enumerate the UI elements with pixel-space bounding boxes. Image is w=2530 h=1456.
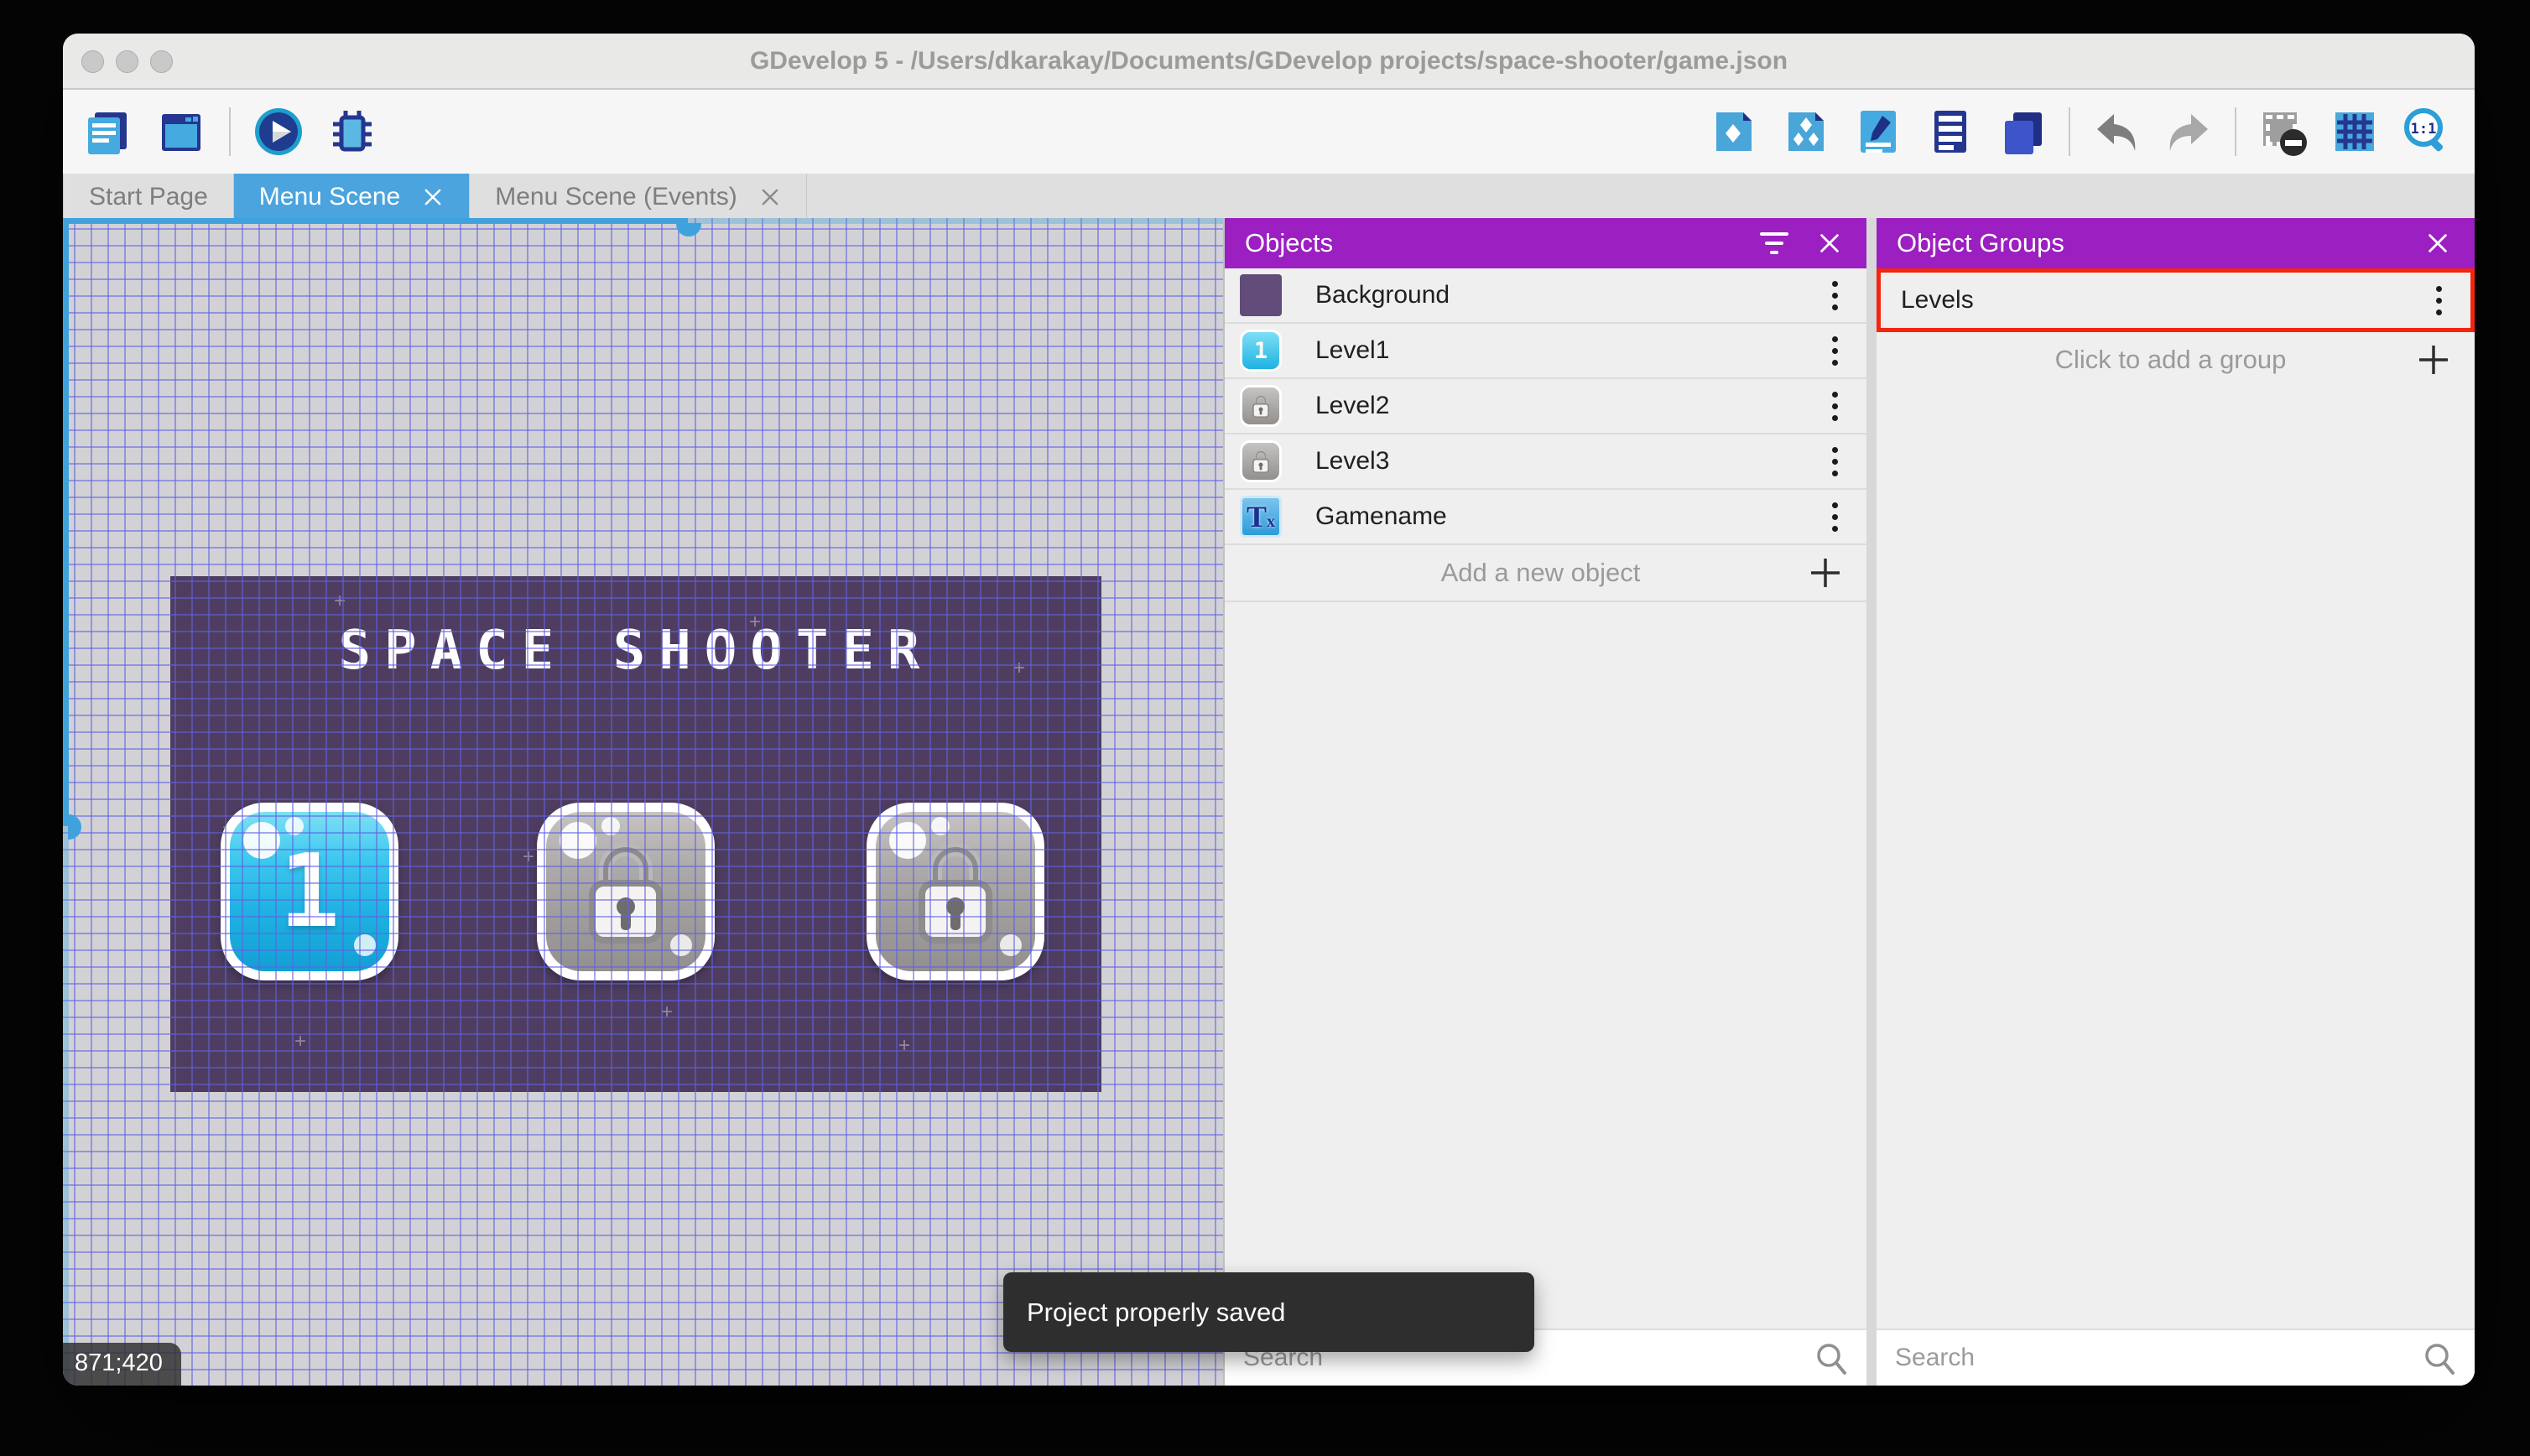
object-row-background[interactable]: Background <box>1225 268 1866 324</box>
toast-message: Project properly saved <box>1027 1297 1286 1327</box>
level2-button-locked[interactable] <box>537 803 715 980</box>
project-manager-icon[interactable] <box>81 106 133 158</box>
gamename-thumbnail: Tx <box>1240 496 1282 538</box>
svg-text:1:1: 1:1 <box>2411 121 2437 138</box>
close-objects-panel-icon[interactable] <box>1811 225 1848 262</box>
cursor-coordinates-badge: 871;420 <box>63 1343 181 1386</box>
lock-icon <box>546 812 705 971</box>
row-menu-icon[interactable] <box>1832 280 1838 310</box>
filter-icon[interactable] <box>1756 225 1793 262</box>
undo-icon[interactable] <box>2090 106 2142 158</box>
vertical-scroll-track[interactable] <box>63 826 69 1386</box>
object-groups-panel-header: Object Groups <box>1877 218 2475 268</box>
tab-menu-scene[interactable]: Menu Scene <box>233 174 471 220</box>
object-groups-panel: Object Groups Levels Click to add a grou… <box>1877 218 2475 1386</box>
group-row-levels[interactable]: Levels <box>1881 273 2470 328</box>
object-groups-panel-title: Object Groups <box>1897 228 2064 257</box>
panel-gap <box>1866 218 1877 1386</box>
level2-thumbnail <box>1240 385 1282 427</box>
play-button[interactable] <box>252 106 305 158</box>
properties-panel-icon[interactable] <box>1852 106 1904 158</box>
tab-start-page[interactable]: Start Page <box>63 174 234 220</box>
window-title: GDevelop 5 - /Users/dkarakay/Documents/G… <box>749 47 1788 75</box>
scene-background-rect[interactable]: SPACE SHOOTER + + + + + + + + + 1 <box>170 576 1101 1092</box>
gdevelop-window: GDevelop 5 - /Users/dkarakay/Documents/G… <box>63 34 2475 1386</box>
vertical-scroll-indicator[interactable] <box>63 218 69 826</box>
main-toolbar: 1:1 <box>63 90 2475 174</box>
object-row-level3[interactable]: Level3 <box>1225 434 1866 490</box>
tab-menu-scene-events[interactable]: Menu Scene (Events) <box>470 174 807 220</box>
add-group-row[interactable]: Click to add a group <box>1877 332 2475 387</box>
lock-icon <box>876 812 1035 971</box>
row-menu-icon[interactable] <box>1832 335 1838 366</box>
scene-editor-canvas[interactable]: SPACE SHOOTER + + + + + + + + + 1 <box>63 218 1223 1386</box>
level1-button[interactable]: 1 <box>221 803 398 980</box>
layers-panel-icon[interactable] <box>1996 106 2048 158</box>
add-new-object-row[interactable]: Add a new object <box>1225 545 1866 602</box>
debug-bug-icon[interactable] <box>326 106 378 158</box>
toggle-mask-icon[interactable] <box>2257 106 2309 158</box>
row-menu-icon[interactable] <box>1832 446 1838 476</box>
toolbar-separator <box>2235 107 2236 156</box>
object-row-level1[interactable]: 1 Level1 <box>1225 324 1866 379</box>
add-object-plus-icon[interactable] <box>1806 554 1845 592</box>
tab-label: Start Page <box>89 182 208 211</box>
row-menu-icon[interactable] <box>1832 502 1838 532</box>
search-icon <box>2421 1339 2458 1376</box>
groups-search-bar <box>1877 1329 2475 1386</box>
redo-icon[interactable] <box>2163 106 2215 158</box>
level3-button-locked[interactable] <box>867 803 1044 980</box>
toolbar-separator <box>229 107 231 156</box>
objects-panel-icon[interactable] <box>1708 106 1760 158</box>
instances-list-panel-icon[interactable] <box>1924 106 1976 158</box>
objects-panel-empty-area <box>1225 602 1866 1329</box>
scene-window-icon[interactable] <box>155 106 207 158</box>
level1-thumbnail: 1 <box>1240 330 1282 372</box>
row-menu-icon[interactable] <box>2436 285 2442 315</box>
horizontal-scroll-handle[interactable] <box>676 223 701 237</box>
tab-bar: Start Page Menu Scene Menu Scene (Events… <box>63 174 2475 220</box>
search-icon <box>1813 1339 1850 1376</box>
add-group-plus-icon[interactable] <box>2414 341 2453 379</box>
tab-label: Menu Scene <box>258 182 401 211</box>
game-title-text[interactable]: SPACE SHOOTER <box>170 620 1101 682</box>
tab-label: Menu Scene (Events) <box>495 182 737 211</box>
vertical-scroll-handle[interactable] <box>68 814 81 840</box>
toolbar-separator <box>2069 107 2070 156</box>
row-menu-icon[interactable] <box>1832 391 1838 421</box>
horizontal-scroll-indicator[interactable] <box>63 218 688 224</box>
groups-search-input[interactable] <box>1877 1343 2421 1373</box>
background-thumbnail <box>1240 274 1282 316</box>
objects-panel-header: Objects <box>1225 218 1866 268</box>
close-tab-icon[interactable] <box>759 186 781 208</box>
close-tab-icon[interactable] <box>422 186 444 208</box>
objects-panel-title: Objects <box>1245 228 1334 257</box>
close-object-groups-panel-icon[interactable] <box>2419 225 2456 262</box>
toggle-grid-icon[interactable] <box>2329 106 2381 158</box>
objects-panel: Objects Background 1 Level1 Level2 Level… <box>1225 218 1866 1386</box>
zoom-one-to-one-icon[interactable]: 1:1 <box>2401 106 2453 158</box>
levels-row-highlight: Levels <box>1877 268 2475 332</box>
groups-panel-empty-area <box>1877 387 2475 1329</box>
level1-number: 1 <box>279 833 341 950</box>
level3-thumbnail <box>1240 440 1282 482</box>
save-toast: Project properly saved <box>1003 1272 1534 1352</box>
title-bar: GDevelop 5 - /Users/dkarakay/Documents/G… <box>63 34 2475 90</box>
object-row-gamename[interactable]: Tx Gamename <box>1225 490 1866 545</box>
horizontal-scroll-track[interactable] <box>688 218 1223 224</box>
object-groups-panel-icon[interactable] <box>1780 106 1832 158</box>
object-row-level2[interactable]: Level2 <box>1225 379 1866 434</box>
